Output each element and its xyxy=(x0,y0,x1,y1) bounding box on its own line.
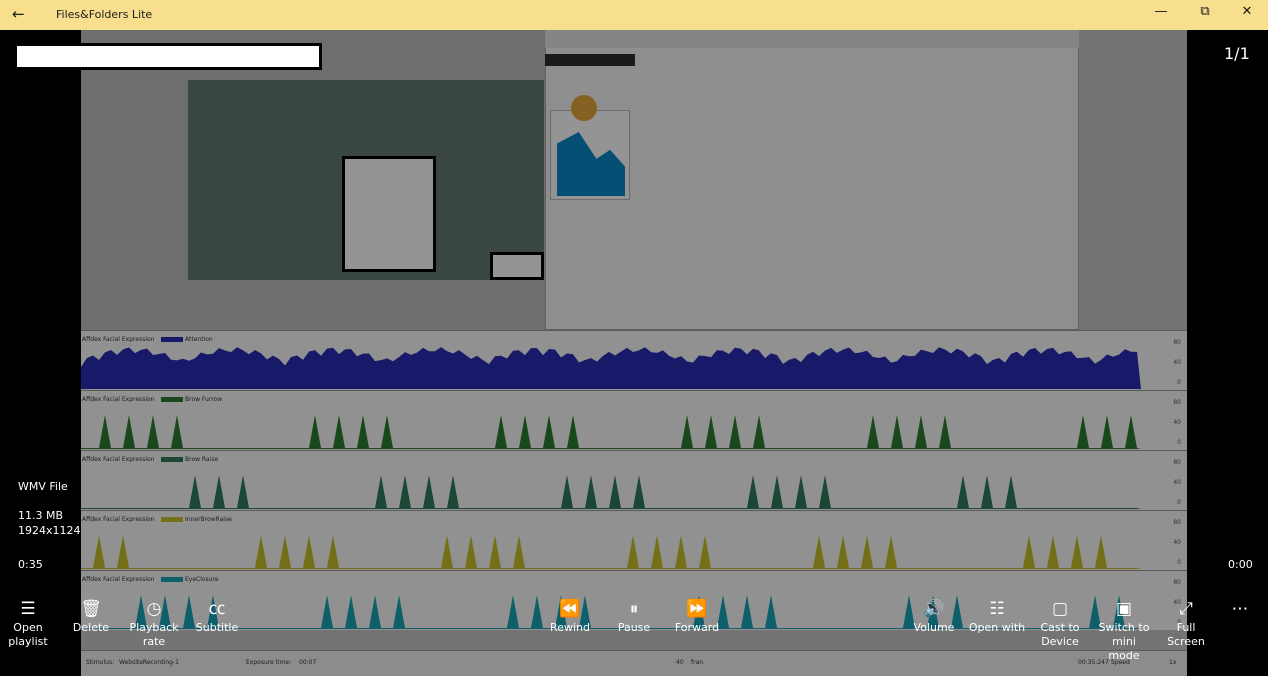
volume-button[interactable]: 🔊 Volume xyxy=(910,598,958,635)
title-bar: ← Files&Folders Lite — ⧉ ✕ xyxy=(0,0,1268,30)
subtitle-icon: ㏄ xyxy=(208,599,226,619)
file-size: 11.3 MB xyxy=(18,509,64,522)
cast-button[interactable]: ▢ Cast to Device xyxy=(1038,598,1082,649)
expand-icon: ⤢ xyxy=(1179,599,1193,619)
playback-rate-button[interactable]: ◷ Playback rate xyxy=(126,598,182,649)
app-title: Files&Folders Lite xyxy=(56,8,153,21)
mini-mode-label: Switch to mini mode xyxy=(1098,621,1150,662)
video-dim-overlay xyxy=(81,30,1187,676)
forward-button[interactable]: ⏩ Forward xyxy=(672,598,722,635)
open-with-icon: ☷ xyxy=(989,599,1005,619)
redaction-box xyxy=(14,43,322,70)
rewind-label: Rewind xyxy=(550,621,590,634)
playlist-icon: ☰ xyxy=(20,599,36,619)
cast-label: Cast to Device xyxy=(1040,621,1080,648)
back-icon[interactable]: ← xyxy=(12,5,25,23)
forward-icon: ⏩ xyxy=(686,599,708,619)
cast-icon: ▢ xyxy=(1051,599,1069,619)
delete-label: Delete xyxy=(72,621,110,634)
pause-button[interactable]: ⏸ Pause xyxy=(611,598,657,635)
full-screen-label: Full Screen xyxy=(1167,621,1205,648)
open-with-label: Open with xyxy=(968,621,1026,634)
mini-mode-button[interactable]: ▣ Switch to mini mode xyxy=(1096,598,1152,663)
close-button[interactable]: ✕ xyxy=(1232,4,1262,19)
rewind-button[interactable]: ⏪ Rewind xyxy=(546,598,594,635)
pause-label: Pause xyxy=(617,621,651,634)
more-icon: ⋯ xyxy=(1231,599,1249,619)
playback-rate-label: Playback rate xyxy=(129,621,179,648)
video-frame[interactable]: Affdex Facial Expression Attention 80 40 0… xyxy=(81,30,1187,676)
full-screen-button[interactable]: ⤢ Full Screen xyxy=(1158,598,1214,649)
trash-icon: 🗑 xyxy=(80,599,102,619)
open-with-button[interactable]: ☷ Open with xyxy=(967,598,1027,635)
speaker-icon: 🔊 xyxy=(923,599,945,619)
speed-icon: ◷ xyxy=(146,599,162,619)
file-type: WMV File xyxy=(18,480,68,493)
mini-mode-icon: ▣ xyxy=(1115,599,1133,619)
delete-button[interactable]: 🗑 Delete xyxy=(70,598,112,635)
item-counter: 1/1 xyxy=(1224,44,1250,63)
remaining-time: 0:00 xyxy=(1228,558,1253,571)
restore-button[interactable]: ⧉ xyxy=(1190,4,1220,19)
open-playlist-label: Open playlist xyxy=(8,621,48,648)
minimize-button[interactable]: — xyxy=(1146,4,1176,19)
pause-icon: ⏸ xyxy=(629,599,639,619)
dimensions: 1924x1124 xyxy=(18,524,81,537)
elapsed-time: 0:35 xyxy=(18,558,43,571)
rewind-icon: ⏪ xyxy=(559,599,581,619)
subtitle-label: Subtitle xyxy=(195,621,239,634)
volume-label: Volume xyxy=(913,621,955,634)
open-playlist-button[interactable]: ☰ Open playlist xyxy=(8,598,48,649)
subtitle-button[interactable]: ㏄ Subtitle xyxy=(194,598,240,635)
more-button[interactable]: ⋯ xyxy=(1226,598,1254,621)
forward-label: Forward xyxy=(674,621,720,634)
